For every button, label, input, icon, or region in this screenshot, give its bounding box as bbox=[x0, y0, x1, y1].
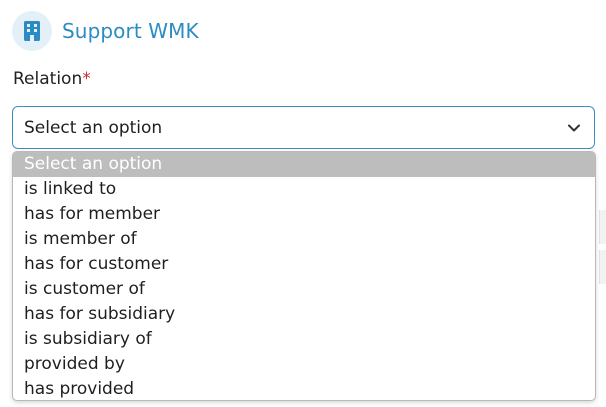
entity-header: Support WMK bbox=[12, 11, 199, 51]
chevron-down-icon bbox=[568, 124, 580, 132]
option-has-for-member[interactable]: has for member bbox=[13, 202, 595, 227]
option-is-linked-to[interactable]: is linked to bbox=[13, 177, 595, 202]
option-select-an-option[interactable]: Select an option bbox=[13, 152, 595, 177]
building-icon bbox=[12, 11, 52, 51]
relation-select-value: Select an option bbox=[24, 118, 163, 138]
option-has-for-subsidiary[interactable]: has for subsidiary bbox=[13, 302, 595, 327]
edge-marker bbox=[599, 250, 606, 284]
relation-select[interactable]: Select an option bbox=[12, 106, 595, 149]
required-marker: * bbox=[82, 69, 91, 89]
edge-marker bbox=[599, 210, 606, 244]
option-is-member-of[interactable]: is member of bbox=[13, 227, 595, 252]
option-provided-by[interactable]: provided by bbox=[13, 352, 595, 377]
option-is-customer-of[interactable]: is customer of bbox=[13, 277, 595, 302]
relation-label-text: Relation bbox=[13, 69, 83, 89]
relation-options-list[interactable]: Select an option is linked to has for me… bbox=[12, 151, 596, 401]
option-has-provided[interactable]: has provided bbox=[13, 377, 595, 400]
option-is-subsidiary-of[interactable]: is subsidiary of bbox=[13, 327, 595, 352]
entity-title[interactable]: Support WMK bbox=[62, 19, 199, 43]
option-has-for-customer[interactable]: has for customer bbox=[13, 252, 595, 277]
relation-form: Support WMK Relation* Select an option S… bbox=[0, 0, 606, 407]
scroll-edge bbox=[596, 0, 606, 407]
relation-label: Relation* bbox=[13, 69, 91, 89]
